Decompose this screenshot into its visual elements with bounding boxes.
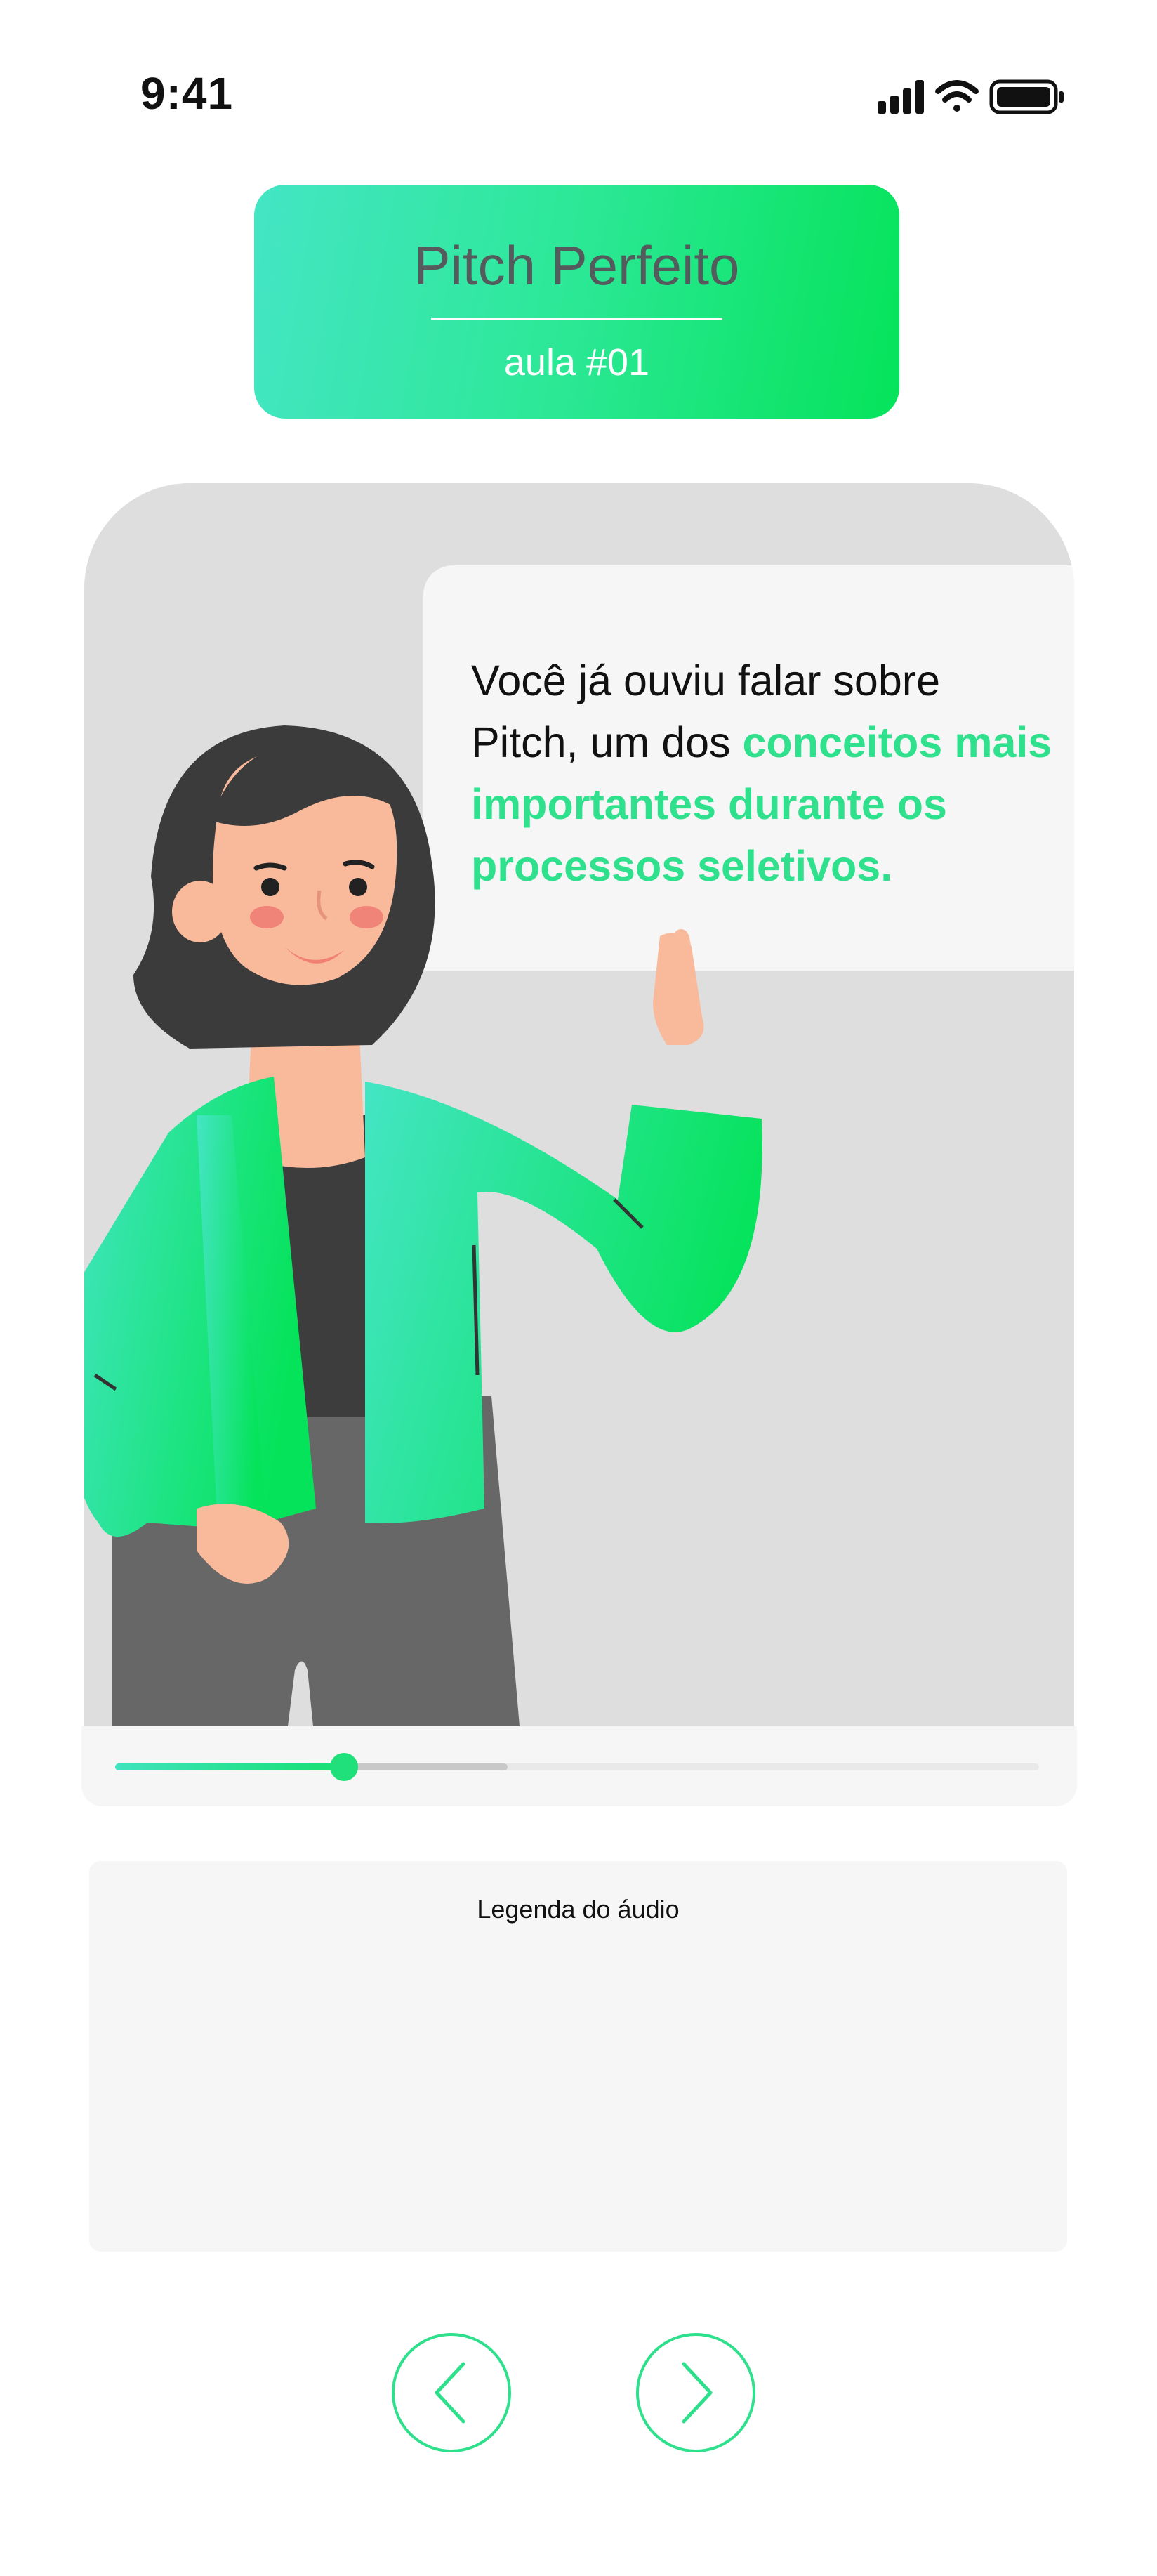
next-button[interactable] bbox=[636, 2333, 755, 2452]
presenter-illustration bbox=[84, 725, 762, 1726]
progress-fill bbox=[115, 1763, 345, 1770]
lesson-video[interactable]: Você já ouviu falar sobre Pitch, um dos … bbox=[84, 483, 1074, 1726]
status-time: 9:41 bbox=[140, 68, 234, 119]
battery-icon bbox=[989, 79, 1064, 114]
caption-label: Legenda do áudio bbox=[477, 1895, 680, 1924]
caption-box: Legenda do áudio bbox=[89, 1861, 1067, 2252]
signal-icon bbox=[878, 80, 924, 114]
previous-button[interactable] bbox=[392, 2333, 511, 2452]
header-divider bbox=[431, 318, 722, 320]
player-bar bbox=[81, 1726, 1077, 1806]
lesson-number: aula #01 bbox=[503, 341, 650, 383]
progress-handle[interactable] bbox=[330, 1753, 359, 1781]
lesson-header-card: Pitch Perfeito aula #01 bbox=[254, 185, 899, 419]
status-icons bbox=[878, 76, 1067, 118]
chevron-right-icon bbox=[682, 2362, 713, 2424]
wifi-icon bbox=[935, 80, 979, 112]
chevron-left-icon bbox=[435, 2362, 465, 2424]
course-title: Pitch Perfeito bbox=[414, 235, 740, 296]
